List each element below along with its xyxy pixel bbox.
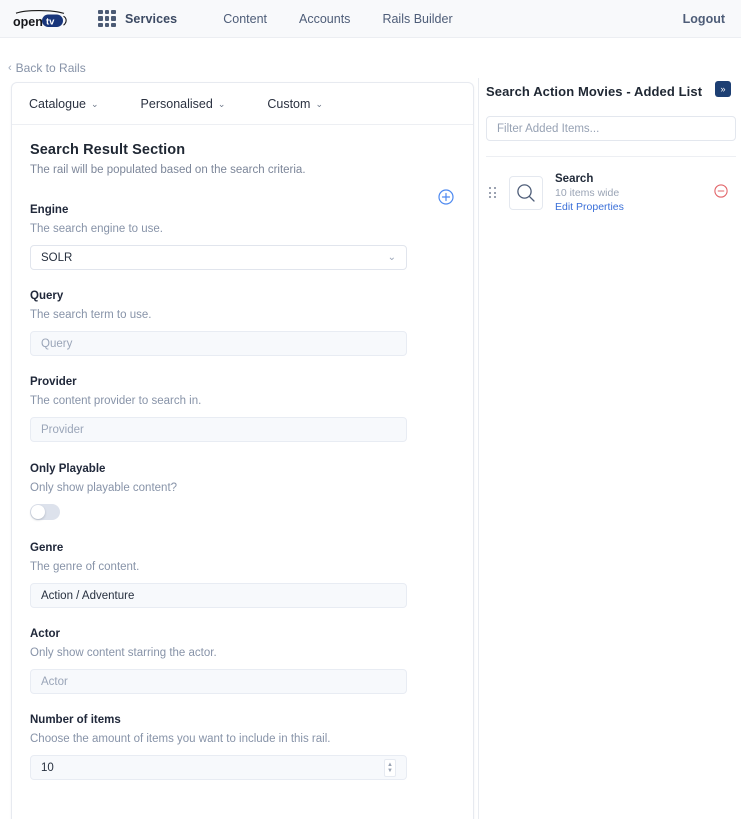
field-genre: Genre The genre of content. Action / Adv… <box>30 542 473 608</box>
field-query-help: The search term to use. <box>30 309 473 321</box>
chevron-down-icon: ⌄ <box>315 99 323 110</box>
back-to-rails-link[interactable]: ‹ Back to Rails <box>8 61 86 75</box>
stepper-down-icon[interactable]: ▼ <box>387 768 393 774</box>
field-genre-label: Genre <box>30 542 473 554</box>
section-title: Search Result Section <box>30 142 473 158</box>
list-separator <box>486 156 736 157</box>
chevron-double-right-icon: » <box>720 84 725 94</box>
field-engine-help: The search engine to use. <box>30 223 473 235</box>
nav-item-services[interactable]: Services <box>125 12 177 26</box>
field-actor-help: Only show content starring the actor. <box>30 647 473 659</box>
circle-minus-icon <box>714 184 728 198</box>
field-actor-label: Actor <box>30 628 473 640</box>
panel-divider <box>478 78 479 819</box>
logout-button[interactable]: Logout <box>683 12 725 26</box>
added-list-title: Search Action Movies - Added List <box>486 84 702 99</box>
actor-input-placeholder: Actor <box>41 676 68 688</box>
drag-handle-icon[interactable] <box>489 187 497 199</box>
actor-input[interactable]: Actor <box>30 669 407 694</box>
provider-input[interactable]: Provider <box>30 417 407 442</box>
genre-input-value: Action / Adventure <box>41 590 134 602</box>
nav-item-content[interactable]: Content <box>223 12 267 26</box>
field-query: Query The search term to use. Query <box>30 290 473 356</box>
section-description: The rail will be populated based on the … <box>30 164 473 176</box>
category-tab-bar: Catalogue ⌄ Personalised ⌄ Custom ⌄ <box>12 83 473 125</box>
number-of-items-input[interactable]: 10 ▲ ▼ <box>30 755 407 780</box>
list-item[interactable]: Search 10 items wide Edit Properties <box>486 164 736 222</box>
field-only-playable-help: Only show playable content? <box>30 482 473 494</box>
query-input[interactable]: Query <box>30 331 407 356</box>
chevron-down-icon: ⌄ <box>388 252 396 263</box>
tab-personalised[interactable]: Personalised ⌄ <box>141 97 226 111</box>
engine-select-value: SOLR <box>41 252 72 264</box>
add-section-icon[interactable] <box>438 189 454 205</box>
item-meta: 10 items wide <box>555 186 624 200</box>
chevron-down-icon: ⌄ <box>218 99 226 110</box>
genre-input[interactable]: Action / Adventure <box>30 583 407 608</box>
tab-custom-label: Custom <box>267 97 310 111</box>
top-navigation-bar: open tv Services Content Accounts Rails … <box>0 0 741 38</box>
collapse-panel-button[interactable]: » <box>715 81 731 97</box>
app-window: open tv Services Content Accounts Rails … <box>0 0 741 819</box>
item-text-block: Search 10 items wide Edit Properties <box>555 172 624 214</box>
svg-text:open: open <box>13 15 43 29</box>
item-title: Search <box>555 172 624 186</box>
edit-properties-link[interactable]: Edit Properties <box>555 200 624 214</box>
field-only-playable: Only Playable Only show playable content… <box>30 463 473 520</box>
tab-catalogue-label: Catalogue <box>29 97 86 111</box>
field-actor: Actor Only show content starring the act… <box>30 628 473 694</box>
chevron-left-icon: ‹ <box>8 62 12 74</box>
field-number-of-items-help: Choose the amount of items you want to i… <box>30 733 473 745</box>
tab-custom[interactable]: Custom ⌄ <box>267 97 323 111</box>
provider-input-placeholder: Provider <box>41 424 84 436</box>
rail-editor-form: Search Result Section The rail will be p… <box>12 125 473 780</box>
engine-select[interactable]: SOLR ⌄ <box>30 245 407 270</box>
tab-personalised-label: Personalised <box>141 97 213 111</box>
number-of-items-value: 10 <box>41 762 54 774</box>
field-provider-help: The content provider to search in. <box>30 395 473 407</box>
toggle-knob <box>31 505 45 519</box>
opentv-logo[interactable]: open tv <box>12 9 70 29</box>
field-number-of-items-label: Number of items <box>30 714 473 726</box>
field-query-label: Query <box>30 290 473 302</box>
apps-grid-icon[interactable] <box>98 10 116 28</box>
nav-item-accounts[interactable]: Accounts <box>299 12 350 26</box>
field-number-of-items: Number of items Choose the amount of ite… <box>30 714 473 780</box>
remove-item-button[interactable] <box>714 184 728 198</box>
tab-catalogue[interactable]: Catalogue ⌄ <box>29 97 99 111</box>
nav-item-rails-builder[interactable]: Rails Builder <box>382 12 452 26</box>
field-engine-label: Engine <box>30 204 473 216</box>
item-thumbnail <box>509 176 543 210</box>
field-provider-label: Provider <box>30 376 473 388</box>
magnifier-icon <box>515 182 537 204</box>
back-to-rails-label: Back to Rails <box>16 61 86 75</box>
query-input-placeholder: Query <box>41 338 72 350</box>
field-engine: Engine The search engine to use. SOLR ⌄ <box>30 204 473 270</box>
rail-editor-card: Catalogue ⌄ Personalised ⌄ Custom ⌄ Sear… <box>11 82 474 819</box>
nav-links: Content Accounts Rails Builder <box>223 12 484 26</box>
svg-text:tv: tv <box>46 16 55 27</box>
filter-added-items-input[interactable]: Filter Added Items... <box>486 116 736 141</box>
filter-input-placeholder: Filter Added Items... <box>497 123 599 135</box>
field-provider: Provider The content provider to search … <box>30 376 473 442</box>
field-genre-help: The genre of content. <box>30 561 473 573</box>
number-stepper[interactable]: ▲ ▼ <box>384 759 396 777</box>
added-list-panel: Search Action Movies - Added List » Filt… <box>478 78 741 819</box>
field-only-playable-label: Only Playable <box>30 463 473 475</box>
only-playable-toggle[interactable] <box>30 504 60 520</box>
chevron-down-icon: ⌄ <box>91 99 99 110</box>
